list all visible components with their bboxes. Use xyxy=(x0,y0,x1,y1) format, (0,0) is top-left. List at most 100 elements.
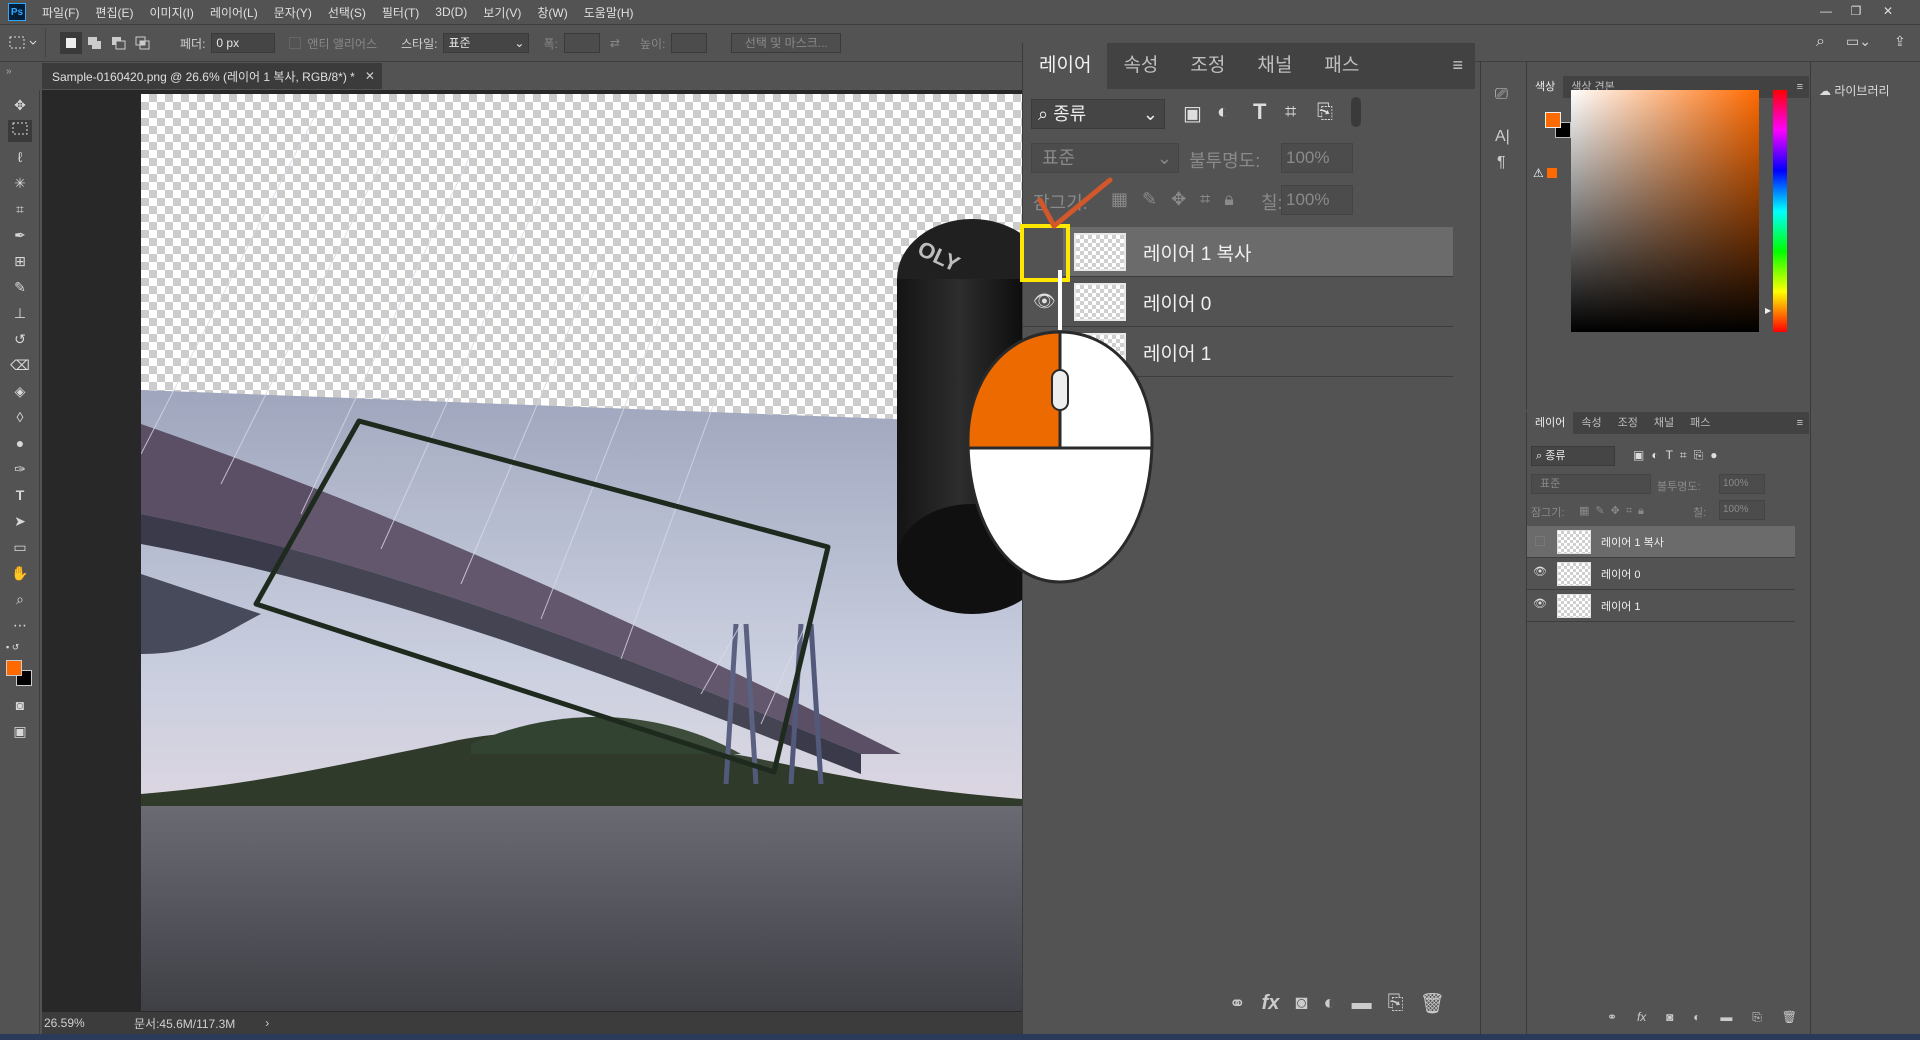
menu-3d[interactable]: 3D(D) xyxy=(427,5,475,19)
menu-view[interactable]: 보기(V) xyxy=(475,4,529,21)
delete-layer-icon[interactable]: 🗑︎ xyxy=(1782,1010,1797,1030)
foreground-color-swatch[interactable] xyxy=(6,660,22,676)
panel-menu-icon[interactable]: ≡ xyxy=(1797,412,1803,434)
new-group-icon[interactable]: ▬ xyxy=(1352,992,1372,1015)
layer-filter-icons-small[interactable]: ▣◐T⌗⎘● xyxy=(1633,448,1725,463)
screen-mode-icon[interactable]: ▣ xyxy=(8,720,32,742)
adjustment-layer-icon[interactable]: ◐ xyxy=(1693,1010,1700,1030)
crop-tool-icon[interactable]: ⌗ xyxy=(8,198,32,220)
filter-image-icon[interactable]: ▣ xyxy=(1183,101,1202,126)
new-selection-icon[interactable] xyxy=(60,32,82,54)
dodge-tool-icon[interactable]: ● xyxy=(8,432,32,454)
healing-tool-icon[interactable]: ⊞ xyxy=(8,250,32,272)
character-panel-icon[interactable]: A| xyxy=(1495,128,1510,146)
layer-filter-select[interactable]: ⌕ 종류 ⌄ xyxy=(1031,99,1165,129)
document-tab[interactable]: Sample-0160420.png @ 26.6% (레이어 1 복사, RG… xyxy=(42,63,382,89)
menu-edit[interactable]: 편집(E) xyxy=(87,4,141,21)
more-tools-icon[interactable]: ⋯ xyxy=(8,614,32,636)
select-mask-button[interactable]: 선택 및 마스크... xyxy=(731,33,842,53)
tab-color[interactable]: 색상 xyxy=(1527,76,1564,98)
zoom-tool-icon[interactable]: ⌕ xyxy=(8,588,32,610)
paint-bucket-tool-icon[interactable]: ◈ xyxy=(8,380,32,402)
layer-name[interactable]: 레이어 1 복사 xyxy=(1601,534,1664,550)
layer-name[interactable]: 레이어 0 xyxy=(1601,566,1641,582)
layer-row-1-small[interactable]: 👁︎ 레이어 1 xyxy=(1527,590,1795,622)
menu-layer[interactable]: 레이어(L) xyxy=(202,4,266,21)
new-group-icon[interactable]: ▬ xyxy=(1720,1010,1732,1030)
restore-icon[interactable]: ❐ xyxy=(1842,0,1870,22)
type-tool-icon[interactable]: T xyxy=(8,484,32,506)
gamut-warning-icon[interactable]: ⚠ xyxy=(1533,166,1544,180)
layer-row-copy-small[interactable]: 레이어 1 복사 xyxy=(1527,526,1795,558)
hand-tool-icon[interactable]: ✋ xyxy=(8,562,32,584)
visibility-toggle-empty[interactable] xyxy=(1535,536,1545,546)
path-selection-tool-icon[interactable]: ➤ xyxy=(8,510,32,532)
hue-slider-marker-icon[interactable]: ▶ xyxy=(1765,306,1771,315)
filter-type-icon[interactable]: T xyxy=(1253,99,1266,125)
fx-icon[interactable]: fx xyxy=(1262,992,1280,1015)
tab-channels-small[interactable]: 채널 xyxy=(1646,412,1682,434)
adjustment-layer-icon[interactable]: ◐ xyxy=(1324,992,1336,1015)
filter-adjustment-icon[interactable]: ◐ xyxy=(1217,101,1229,124)
tab-paths[interactable]: 패스 xyxy=(1308,43,1375,89)
eye-icon[interactable]: 👁︎ xyxy=(1533,565,1547,578)
magic-wand-tool-icon[interactable]: ✳ xyxy=(8,172,32,194)
tab-paths-small[interactable]: 패스 xyxy=(1682,412,1718,434)
eye-icon[interactable]: 👁︎ xyxy=(1533,597,1547,610)
add-selection-icon[interactable] xyxy=(84,32,106,54)
minimize-icon[interactable]: — xyxy=(1812,0,1840,22)
tab-properties-small[interactable]: 속성 xyxy=(1573,412,1609,434)
history-panel-icon[interactable]: ⎚ xyxy=(1495,86,1508,104)
antialias-checkbox[interactable] xyxy=(289,37,302,49)
hue-slider[interactable] xyxy=(1773,90,1787,332)
stamp-tool-icon[interactable]: ⊥ xyxy=(8,302,32,324)
panel-menu-icon[interactable]: ≡ xyxy=(1452,55,1463,76)
layer-row-0-small[interactable]: 👁︎ 레이어 0 xyxy=(1527,558,1795,590)
document-canvas[interactable]: OLY xyxy=(141,94,1022,1011)
filter-shape-icon[interactable]: ⌗ xyxy=(1285,101,1296,124)
tab-layers[interactable]: 레이어 xyxy=(1023,43,1108,89)
tab-properties[interactable]: 속성 xyxy=(1107,43,1174,89)
color-picker-field[interactable] xyxy=(1571,90,1759,332)
menu-window[interactable]: 창(W) xyxy=(529,4,575,21)
marquee-tool-icon[interactable] xyxy=(8,120,32,142)
brush-tool-icon[interactable]: ✎ xyxy=(8,276,32,298)
new-layer-icon[interactable]: ⎘ xyxy=(1388,992,1404,1015)
layer-filter-select-small[interactable]: ⌕ 종류 xyxy=(1531,446,1615,466)
marquee-preset-icon[interactable] xyxy=(0,28,46,58)
menu-image[interactable]: 이미지(I) xyxy=(141,4,201,21)
fx-icon[interactable]: fx xyxy=(1637,1010,1646,1030)
menu-file[interactable]: 파일(F) xyxy=(34,4,87,21)
link-layers-icon[interactable]: ⚭ xyxy=(1607,1010,1617,1030)
close-tab-icon[interactable]: ✕ xyxy=(365,69,375,83)
libraries-tab[interactable]: ☁ 라이브러리 xyxy=(1819,82,1890,99)
pen-tool-icon[interactable]: ✑ xyxy=(8,458,32,480)
layer-name[interactable]: 레이어 1 xyxy=(1601,598,1641,614)
gamut-color-swatch[interactable] xyxy=(1547,168,1557,178)
menu-help[interactable]: 도움말(H) xyxy=(576,4,642,21)
filter-smart-object-icon[interactable]: ⎘ xyxy=(1317,101,1333,124)
panel-menu-icon[interactable]: ≡ xyxy=(1797,76,1803,98)
filter-toggle[interactable] xyxy=(1351,97,1361,127)
default-colors-icon[interactable]: ▪ ↺ xyxy=(6,642,19,653)
style-select[interactable]: 표준 ⌄ xyxy=(443,33,530,53)
zoom-level[interactable]: 26.59% xyxy=(44,1016,114,1030)
close-icon[interactable]: ✕ xyxy=(1874,0,1902,22)
tab-channels[interactable]: 채널 xyxy=(1241,43,1308,89)
blur-tool-icon[interactable]: ◊ xyxy=(8,406,32,428)
rectangle-tool-icon[interactable]: ▭ xyxy=(8,536,32,558)
collapse-arrows-icon[interactable]: » xyxy=(6,66,12,77)
status-arrow-icon[interactable]: › xyxy=(265,1016,269,1030)
menu-type[interactable]: 문자(Y) xyxy=(266,4,320,21)
move-tool-icon[interactable]: ✥ xyxy=(8,94,32,116)
color-fg-swatch[interactable] xyxy=(1545,112,1561,128)
eraser-tool-icon[interactable]: ⌫ xyxy=(8,354,32,376)
search-icon[interactable]: ⌕ xyxy=(1816,33,1825,51)
link-layers-icon[interactable]: ⚭ xyxy=(1229,991,1246,1016)
new-layer-icon[interactable]: ⎘ xyxy=(1752,1010,1762,1030)
lock-icons-small[interactable]: ▦✎✥⌗🔒︎ xyxy=(1579,504,1650,518)
layer-name[interactable]: 레이어 1 복사 xyxy=(1143,239,1252,266)
add-mask-icon[interactable]: ◙ xyxy=(1295,992,1307,1015)
subtract-selection-icon[interactable] xyxy=(108,32,130,54)
workspace-icon[interactable]: ▭⌄ xyxy=(1846,33,1871,50)
